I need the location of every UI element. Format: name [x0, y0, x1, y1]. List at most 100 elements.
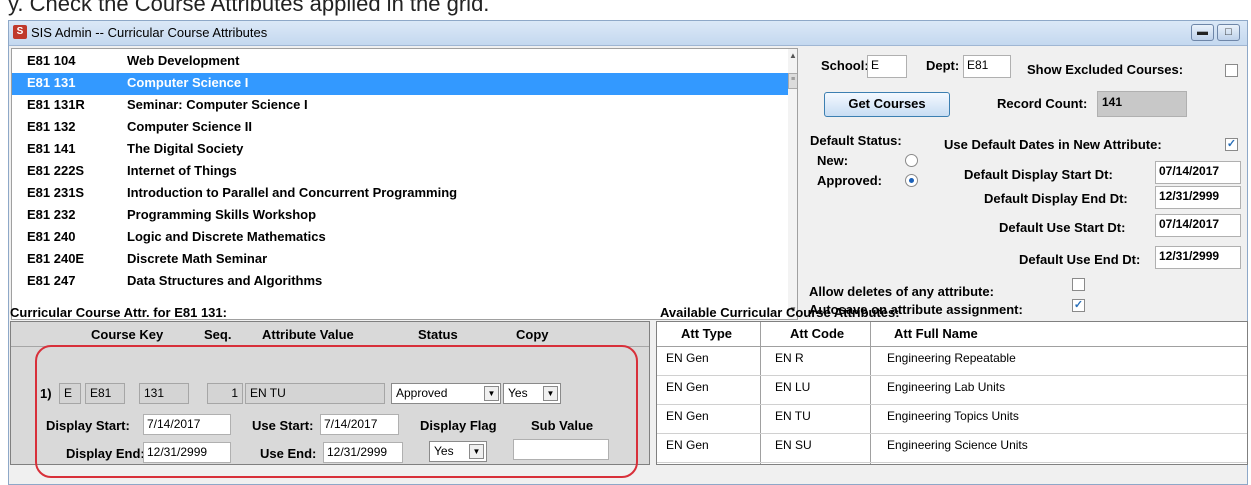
course-name: The Digital Society [127, 141, 244, 156]
scroll-up-icon[interactable]: ▲ [788, 51, 797, 60]
course-list[interactable]: E81 104 Web Development E81 131 Computer Sc… [11, 48, 798, 320]
use-start-label: Default Use Start Dt: [999, 220, 1126, 235]
attribute-row[interactable]: EN Gen EN R Engineering Repeatable [657, 346, 1247, 376]
course-name: Internet of Things [127, 163, 237, 178]
course-row[interactable]: E81 222S Internet of Things [12, 161, 790, 183]
course-key: E81 131 [27, 75, 76, 90]
status-dropdown-icon[interactable]: ▼ [484, 386, 499, 401]
course-row[interactable]: E81 131R Seminar: Computer Science I [12, 95, 790, 117]
row-dept-cell: E81 [85, 383, 125, 404]
course-row[interactable]: E81 240E Discrete Math Seminar [12, 249, 790, 271]
att-full-name-header: Att Full Name [894, 326, 978, 341]
display-flag-value: Yes [434, 444, 454, 458]
allow-deletes-checkbox[interactable] [1072, 278, 1085, 291]
window-title: SIS Admin -- Curricular Course Attribute… [31, 25, 268, 40]
approved-radio[interactable] [905, 174, 918, 187]
attribute-panel-header: Course Key Seq. Attribute Value Status C… [11, 322, 649, 347]
course-row[interactable]: E81 141 The Digital Society [12, 139, 790, 161]
attribute-code-cell: EN TU [775, 409, 811, 423]
display-flag-label: Display Flag [420, 418, 497, 433]
new-radio[interactable] [905, 154, 918, 167]
display-end-row-field[interactable]: 12/31/2999 [143, 442, 231, 463]
course-name: Discrete Math Seminar [127, 251, 268, 266]
attribute-row[interactable]: EN Gen EN TU Engineering Topics Units [657, 404, 1247, 434]
attribute-code-cell: EN LU [775, 380, 811, 394]
status-select[interactable]: Approved ▼ [391, 383, 501, 404]
get-courses-button[interactable]: Get Courses [824, 92, 950, 117]
display-end-label: Default Display End Dt: [984, 191, 1128, 206]
use-end-row-field[interactable]: 12/31/2999 [323, 442, 403, 463]
copy-dropdown-icon[interactable]: ▼ [543, 386, 558, 401]
course-row[interactable]: E81 247 Data Structures and Algorithms [12, 271, 790, 293]
attr-panel-title: Curricular Course Attr. for E81 131: [10, 305, 227, 320]
sub-value-field[interactable] [513, 439, 609, 460]
display-start-row-field[interactable]: 7/14/2017 [143, 414, 231, 435]
attribute-code-cell: EN R [775, 351, 804, 365]
course-key: E81 240 [27, 229, 76, 244]
available-grid-header: Att Type Att Code Att Full Name [657, 322, 1247, 347]
school-label: School: [821, 58, 869, 73]
copy-select[interactable]: Yes ▼ [503, 383, 561, 404]
use-end-field[interactable]: 12/31/2999 [1155, 246, 1241, 269]
attribute-name-cell: Engineering Topics Units [887, 409, 1019, 423]
attribute-row[interactable]: EN Gen EN LU Engineering Lab Units [657, 375, 1247, 405]
minimize-button[interactable]: ▬ [1191, 24, 1214, 41]
display-start-label: Default Display Start Dt: [964, 167, 1113, 182]
attribute-type-cell: EN Gen [666, 438, 709, 452]
attribute-row[interactable]: EN Gen EN SU Engineering Science Units [657, 433, 1247, 463]
course-key: E81 232 [27, 207, 76, 222]
course-key: E81 231S [27, 185, 85, 200]
show-excluded-label: Show Excluded Courses: [1027, 62, 1184, 77]
attr-value-header: Attribute Value [262, 327, 354, 342]
course-row[interactable]: E81 232 Programming Skills Workshop [12, 205, 790, 227]
course-list-scrollbar[interactable]: ▲ ≡ ▼ [788, 49, 797, 319]
maximize-button[interactable]: □ [1217, 24, 1240, 41]
course-name: Web Development [127, 53, 240, 68]
course-name: Logic and Discrete Mathematics [127, 229, 326, 244]
approved-label: Approved: [817, 173, 882, 188]
att-type-header: Att Type [681, 326, 733, 341]
attribute-name-cell: Engineering Repeatable [887, 351, 1016, 365]
display-flag-select[interactable]: Yes ▼ [429, 441, 487, 462]
available-attributes-grid[interactable]: Att Type Att Code Att Full Name EN Gen EN… [656, 321, 1248, 465]
course-name: Data Structures and Algorithms [127, 273, 323, 288]
attribute-code-cell: EN SU [775, 438, 812, 452]
status-select-value: Approved [396, 386, 448, 400]
course-key: E81 104 [27, 53, 76, 68]
row-attr-cell: EN TU [245, 383, 385, 404]
attribute-type-cell: EN Gen [666, 409, 709, 423]
course-row[interactable]: E81 132 Computer Science II [12, 117, 790, 139]
sub-value-label: Sub Value [531, 418, 594, 433]
dept-field[interactable]: E81 [963, 55, 1011, 78]
record-count-value: 141 [1097, 91, 1187, 117]
scroll-thumb[interactable]: ≡ [788, 73, 797, 89]
row-seq-cell: 1 [207, 383, 243, 404]
attribute-panel: Course Key Seq. Attribute Value Status C… [10, 321, 650, 465]
attribute-name-cell: Engineering Lab Units [887, 380, 1006, 394]
display-flag-dropdown-icon[interactable]: ▼ [469, 444, 484, 459]
copy-select-value: Yes [508, 386, 528, 400]
course-key: E81 141 [27, 141, 76, 156]
new-label: New: [817, 153, 849, 168]
use-start-field[interactable]: 07/14/2017 [1155, 214, 1241, 237]
school-field[interactable]: E [867, 55, 907, 78]
course-row[interactable]: E81 240 Logic and Discrete Mathematics [12, 227, 790, 249]
attribute-type-cell: EN Gen [666, 380, 709, 394]
display-end-field[interactable]: 12/31/2999 [1155, 186, 1241, 209]
record-count-label: Record Count: [997, 96, 1088, 111]
course-name: Computer Science II [127, 119, 252, 134]
course-row[interactable]: E81 231S Introduction to Parallel and Con… [12, 183, 790, 205]
course-key: E81 247 [27, 273, 76, 288]
course-name: Introduction to Parallel and Concurrent … [127, 185, 458, 200]
use-start-row-field[interactable]: 7/14/2017 [320, 414, 399, 435]
display-start-field[interactable]: 07/14/2017 [1155, 161, 1241, 184]
show-excluded-checkbox[interactable] [1225, 64, 1238, 77]
course-name: Programming Skills Workshop [127, 207, 317, 222]
course-key-header: Course Key [91, 327, 164, 342]
course-row[interactable]: E81 131 Computer Science I [12, 73, 790, 95]
use-default-dates-checkbox[interactable]: ✓ [1225, 138, 1238, 151]
course-row[interactable]: E81 104 Web Development [12, 51, 790, 73]
att-code-header: Att Code [790, 326, 845, 341]
autosave-checkbox[interactable]: ✓ [1072, 299, 1085, 312]
dept-label: Dept: [926, 58, 960, 73]
